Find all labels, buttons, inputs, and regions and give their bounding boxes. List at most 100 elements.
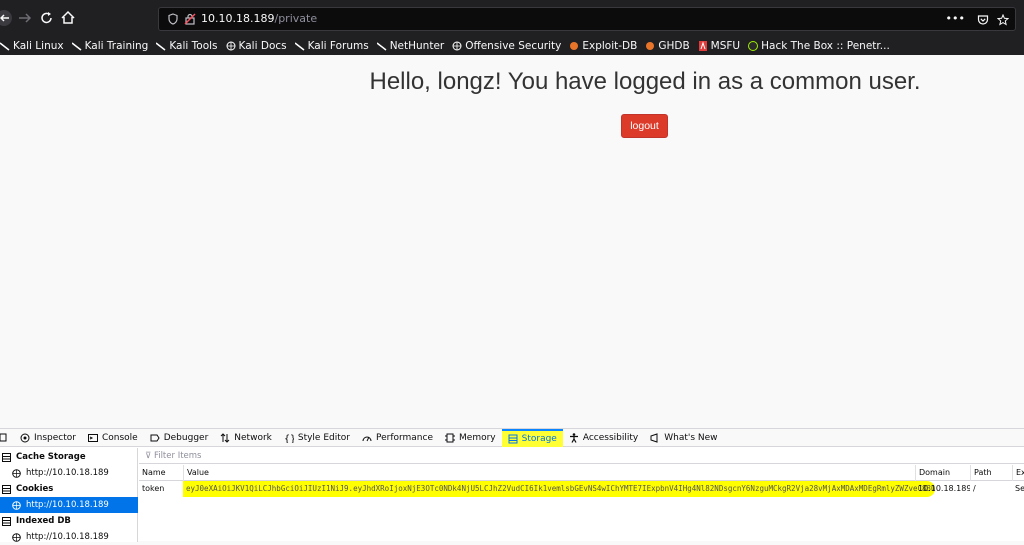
tab-inspector[interactable]: Inspector xyxy=(14,429,82,447)
greeting-heading: Hello, longz! You have logged in as a co… xyxy=(369,68,921,95)
network-icon xyxy=(220,432,230,443)
page-content: Hello, longz! You have logged in as a co… xyxy=(0,55,1024,428)
filter-items-input[interactable]: ⊽ Filter Items xyxy=(139,448,1024,464)
bookmark-kali-forums[interactable]: Kali Forums xyxy=(294,40,369,52)
column-header-domain[interactable]: Domain xyxy=(915,465,970,481)
bookmark-offensive-security[interactable]: Offensive Security xyxy=(452,40,561,52)
cookie-expires: Ses xyxy=(1015,484,1024,493)
tab-label: Storage xyxy=(521,433,557,444)
cookie-value[interactable]: eyJ0eXAiOiJKV1QiLCJhbGciOiJIUzI1NiJ9.eyJ… xyxy=(183,481,935,497)
bookmark-kali-tools[interactable]: Kali Tools xyxy=(155,40,218,52)
table-row[interactable]: token eyJ0eXAiOiJKV1QiLCJhbGciOiJIUzI1Ni… xyxy=(139,481,1024,497)
msfu-icon xyxy=(698,41,708,51)
reload-icon[interactable] xyxy=(38,9,56,27)
tab-label: Memory xyxy=(459,432,496,443)
tab-label: What's New xyxy=(664,432,718,443)
cookie-path: / xyxy=(973,484,976,493)
bookmark-label: Hack The Box :: Penetr... xyxy=(761,40,890,52)
style-editor-icon: {} xyxy=(284,433,296,445)
bookmark-nethunter[interactable]: NetHunter xyxy=(376,40,444,52)
column-header-name[interactable]: Name xyxy=(139,465,183,481)
kali-dragon-icon xyxy=(155,41,166,51)
sidebar-label: http://10.10.18.189 xyxy=(26,468,109,478)
pick-element-icon[interactable] xyxy=(0,429,14,447)
bookmark-kali-docs[interactable]: Kali Docs xyxy=(226,40,287,52)
bookmark-exploit-db[interactable]: Exploit-DB xyxy=(569,40,637,52)
kali-dragon-icon xyxy=(294,41,305,51)
tab-label: Network xyxy=(234,432,272,443)
kali-dragon-icon xyxy=(0,41,10,51)
tab-label: Accessibility xyxy=(582,432,639,443)
sidebar-item-indexed-db[interactable]: Indexed DB xyxy=(0,513,138,529)
bookmarks-toolbar: Kali Linux Kali Training Kali Tools Kali… xyxy=(0,37,1024,55)
globe-icon xyxy=(226,41,236,51)
url-text[interactable]: 10.10.18.189/private xyxy=(201,12,317,25)
tab-accessibility[interactable]: Accessibility xyxy=(563,429,644,447)
bookmark-label: Kali Docs xyxy=(238,40,287,52)
tab-whats-new[interactable]: What's New xyxy=(644,429,723,447)
cookie-domain: 10.10.18.189 xyxy=(918,484,970,493)
bookmark-label: Kali Forums xyxy=(307,40,369,52)
tab-console[interactable]: Console xyxy=(82,429,144,447)
navigation-toolbar: 10.10.18.189/private ••• xyxy=(0,0,1024,37)
bookmark-msfu[interactable]: MSFU xyxy=(698,40,740,52)
tab-style-editor[interactable]: {}Style Editor xyxy=(278,429,356,447)
tab-network[interactable]: Network xyxy=(214,429,278,447)
storage-sidebar: Cache Storage http://10.10.18.189 Cookie… xyxy=(0,448,138,542)
debugger-icon xyxy=(150,433,160,443)
logout-button[interactable]: logout xyxy=(621,114,668,138)
globe-icon xyxy=(12,532,21,542)
sidebar-item-cookies[interactable]: Cookies xyxy=(0,481,138,497)
performance-icon xyxy=(362,433,372,443)
home-icon[interactable] xyxy=(59,9,77,27)
globe-icon xyxy=(12,500,21,510)
tab-debugger[interactable]: Debugger xyxy=(144,429,215,447)
page-actions-icon[interactable]: ••• xyxy=(946,13,965,25)
address-bar[interactable]: 10.10.18.189/private ••• xyxy=(158,7,1016,31)
kali-dragon-icon xyxy=(376,41,387,51)
forward-icon[interactable] xyxy=(16,9,34,27)
url-path: /private xyxy=(274,12,318,25)
sidebar-item-indexed-host[interactable]: http://10.10.18.189 xyxy=(0,529,138,545)
globe-icon xyxy=(452,41,462,51)
tab-label: Performance xyxy=(375,432,434,443)
column-header-path[interactable]: Path xyxy=(970,465,1012,481)
sidebar-label: Cookies xyxy=(16,484,54,494)
devtools-panel: Inspector Console Debugger Network {}Sty… xyxy=(0,428,1024,542)
sidebar-item-cache-host[interactable]: http://10.10.18.189 xyxy=(0,465,138,481)
bookmark-star-icon[interactable] xyxy=(997,14,1009,26)
exploitdb-icon xyxy=(645,41,655,51)
kali-dragon-icon xyxy=(71,41,82,51)
bookmark-hack-the-box[interactable]: Hack The Box :: Penetr... xyxy=(748,40,890,52)
bookmark-label: Kali Linux xyxy=(13,40,64,52)
bookmark-ghdb[interactable]: GHDB xyxy=(645,40,690,52)
tab-memory[interactable]: Memory xyxy=(439,429,502,447)
storage-icon xyxy=(2,516,11,526)
inspector-icon xyxy=(20,433,30,443)
sidebar-item-cache-storage[interactable]: Cache Storage xyxy=(0,449,138,465)
column-header-value[interactable]: Value xyxy=(183,465,915,481)
tab-label: Debugger xyxy=(163,432,209,443)
sidebar-item-cookies-host[interactable]: http://10.10.18.189 xyxy=(0,497,138,513)
bookmark-label: Offensive Security xyxy=(465,40,562,52)
cookie-name: token xyxy=(142,484,165,493)
svg-text:{}: {} xyxy=(284,434,294,443)
browser-chrome: 10.10.18.189/private ••• Kali Linux Kali… xyxy=(0,0,1024,55)
bookmark-kali-linux[interactable]: Kali Linux xyxy=(0,40,64,52)
htb-icon xyxy=(748,41,759,51)
tab-storage[interactable]: Storage xyxy=(501,428,563,447)
pocket-icon[interactable] xyxy=(977,14,989,26)
shield-icon[interactable] xyxy=(167,13,179,25)
devtools-toolbar: Inspector Console Debugger Network {}Sty… xyxy=(0,428,1024,447)
tab-performance[interactable]: Performance xyxy=(356,429,439,447)
bookmark-label: MSFU xyxy=(710,40,741,52)
whats-new-icon xyxy=(650,432,660,443)
tab-label: Style Editor xyxy=(297,432,350,443)
sidebar-label: Indexed DB xyxy=(16,516,71,526)
exploitdb-icon xyxy=(569,41,579,51)
tab-label: Console xyxy=(101,432,138,443)
column-header-expires[interactable]: Exp xyxy=(1012,465,1024,481)
insecure-lock-icon[interactable] xyxy=(184,13,196,25)
bookmark-kali-training[interactable]: Kali Training xyxy=(71,40,148,52)
accessibility-icon xyxy=(569,432,579,443)
